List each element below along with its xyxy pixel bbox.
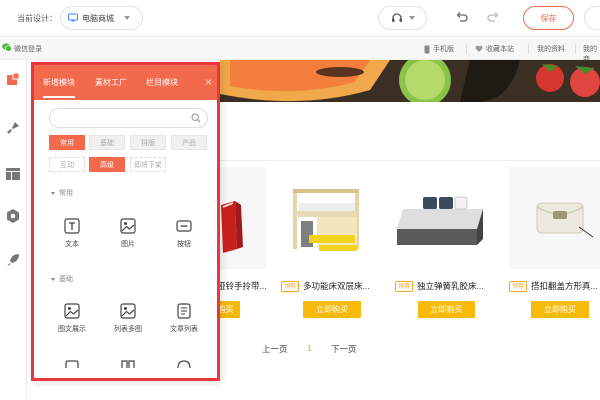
chevron-down-icon xyxy=(124,16,130,20)
coupon-badge: 领券 xyxy=(395,280,414,292)
my-profile-link[interactable]: 我的资料 xyxy=(537,44,565,54)
pagination-next[interactable]: 下一页 xyxy=(331,343,357,355)
add-module-icon[interactable] xyxy=(5,72,21,88)
top-toolbar: 当前设计： 电脑商城 保存 xyxy=(0,0,600,37)
close-icon[interactable]: × xyxy=(205,76,212,88)
bookmark-link[interactable]: 收藏本站 xyxy=(475,44,514,54)
filter-chip-basic[interactable]: 基础 xyxy=(89,135,125,150)
image-text-icon xyxy=(64,303,80,319)
buy-now-button[interactable]: 立即购买 xyxy=(531,301,589,318)
coupon-badge: 领券 xyxy=(281,280,300,292)
fruit-banner xyxy=(220,60,600,102)
component-multi-image-list[interactable]: 列表多图 xyxy=(105,303,151,343)
product-image[interactable] xyxy=(281,167,376,269)
panel-header: 新增模块 素材工厂 栏目模块 × xyxy=(34,65,217,100)
phone-icon xyxy=(424,45,430,53)
buy-now-button[interactable]: 立即购买 xyxy=(418,301,475,318)
component-icon-partial xyxy=(65,360,79,368)
document-list-icon xyxy=(177,303,191,319)
image-icon xyxy=(120,218,136,234)
chevron-down-icon xyxy=(408,16,415,20)
multi-image-icon xyxy=(120,303,136,319)
device-select[interactable]: 电脑商城 xyxy=(60,6,143,30)
filter-chip-advanced[interactable]: 高级 xyxy=(89,157,125,172)
module-search-input[interactable] xyxy=(49,108,208,128)
pagination-prev[interactable]: 上一页 xyxy=(262,343,288,355)
wechat-icon xyxy=(2,43,12,52)
component-icon-partial xyxy=(177,360,191,368)
rocket-icon[interactable] xyxy=(5,252,21,268)
support-button[interactable] xyxy=(378,6,427,30)
heart-icon xyxy=(475,45,483,52)
save-button[interactable]: 保存 xyxy=(523,6,574,30)
component-image[interactable]: 图片 xyxy=(105,218,151,258)
device-select-value: 电脑商城 xyxy=(82,13,114,23)
add-module-panel: 新增模块 素材工厂 栏目模块 × 常用 基础 排版 产品 互动 高级 即将下架 … xyxy=(31,62,220,381)
headset-icon xyxy=(391,13,402,22)
filter-chip-offline-soon[interactable]: 即将下架 xyxy=(130,157,166,172)
redo-icon[interactable] xyxy=(486,11,500,25)
coupon-badge: 领券 xyxy=(509,280,528,292)
wechat-login-link[interactable]: 微信登录 xyxy=(14,44,42,54)
collapse-triangle-icon xyxy=(51,191,55,195)
current-design-label: 当前设计： xyxy=(17,14,57,23)
settings-hex-icon[interactable] xyxy=(5,208,21,224)
tab-column-module[interactable]: 栏目模块 xyxy=(146,77,178,88)
paint-brush-icon[interactable] xyxy=(5,120,21,136)
group-common-header[interactable]: 常用 xyxy=(51,188,73,198)
product-title: 多功能床双层床... xyxy=(303,281,370,291)
product-image[interactable] xyxy=(509,167,600,269)
product-title: 独立弹簧乳胶床... xyxy=(417,281,484,291)
component-text[interactable]: 文本 xyxy=(49,218,95,258)
group-basic-header[interactable]: 基础 xyxy=(51,274,73,284)
product-title: 哑铃手拎带... xyxy=(217,281,267,291)
text-icon xyxy=(64,218,80,234)
component-icon-partial xyxy=(121,360,135,368)
filter-chip-interactive[interactable]: 互动 xyxy=(49,157,85,172)
filter-chip-layout[interactable]: 排版 xyxy=(130,135,166,150)
buy-now-button[interactable]: 立即购买 xyxy=(303,301,361,318)
mobile-version-link[interactable]: 手机版 xyxy=(424,44,454,54)
left-tool-rail xyxy=(0,60,27,400)
tab-material-factory[interactable]: 素材工厂 xyxy=(95,77,127,88)
layout-icon[interactable] xyxy=(5,166,21,182)
filter-chip-common[interactable]: 常用 xyxy=(49,135,85,150)
pagination-current[interactable]: 1 xyxy=(307,343,312,353)
preview-button[interactable] xyxy=(584,6,600,30)
monitor-icon xyxy=(68,13,78,22)
undo-icon[interactable] xyxy=(455,11,469,25)
collapse-triangle-icon xyxy=(51,277,55,281)
component-image-text[interactable]: 图文展示 xyxy=(49,303,95,343)
component-article-list[interactable]: 文章列表 xyxy=(161,303,207,343)
banner-image xyxy=(220,60,600,102)
site-top-strip: 微信登录 手机版 收藏本站 我的资料 我的商 xyxy=(0,38,600,63)
search-icon[interactable] xyxy=(191,113,201,123)
button-icon xyxy=(176,220,192,232)
product-title: 搭扣翻盖方形真... xyxy=(531,281,598,291)
tab-add-module[interactable]: 新增模块 xyxy=(43,77,75,98)
filter-chip-product[interactable]: 产品 xyxy=(171,135,207,150)
product-image[interactable] xyxy=(395,167,490,269)
component-button[interactable]: 按钮 xyxy=(161,218,207,258)
